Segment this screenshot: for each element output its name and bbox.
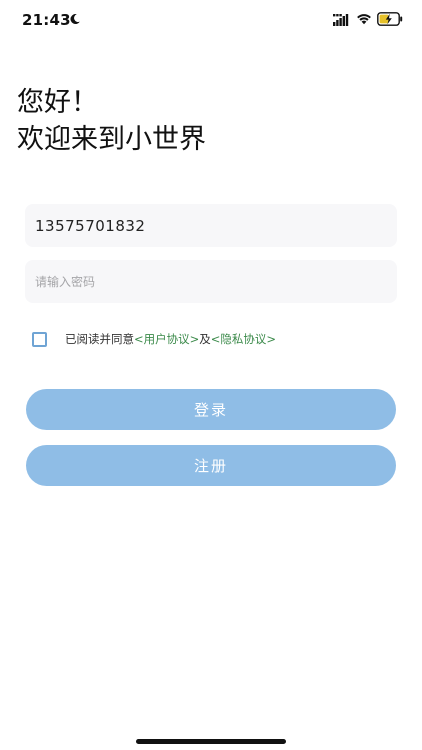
- privacy-agreement-link[interactable]: <隐私协议>: [211, 331, 276, 347]
- login-button[interactable]: 登录: [26, 389, 396, 430]
- phone-field[interactable]: [25, 204, 397, 247]
- password-input[interactable]: [25, 260, 397, 303]
- agreement-row: 已阅读并同意 <用户协议> 及 <隐私协议>: [32, 330, 276, 348]
- moon-icon: [70, 14, 80, 25]
- status-time: 21:43: [22, 11, 71, 29]
- greeting-line-2: 欢迎来到小世界: [17, 124, 206, 155]
- home-indicator: [136, 739, 286, 744]
- wifi-icon: [357, 14, 371, 25]
- battery-charging-icon: [377, 12, 403, 26]
- signal-icon: [333, 14, 349, 26]
- password-field[interactable]: [25, 260, 397, 303]
- agreement-checkbox[interactable]: [32, 331, 47, 347]
- greeting-line-1: 您好！: [17, 87, 98, 118]
- user-agreement-link[interactable]: <用户协议>: [134, 331, 199, 347]
- phone-input[interactable]: [25, 204, 397, 247]
- agreement-conjunction: 及: [199, 332, 211, 346]
- greeting: 您好！ 欢迎来到小世界: [17, 84, 206, 158]
- status-bar: 21:43: [0, 0, 422, 40]
- register-button[interactable]: 注册: [26, 445, 396, 486]
- agreement-text: 已阅读并同意: [65, 332, 134, 346]
